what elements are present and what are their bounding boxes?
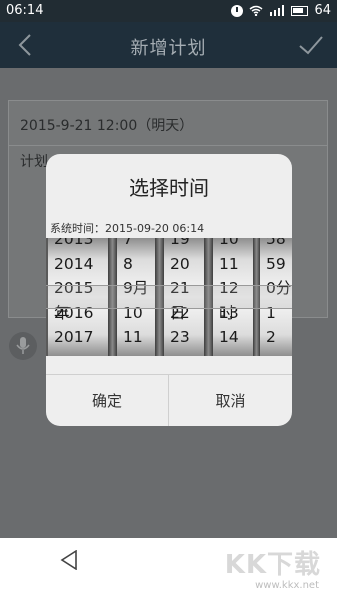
watermark-url: www.kkx.net <box>255 580 319 591</box>
wheel-item: 8 <box>123 254 133 273</box>
dialog-spacer <box>46 356 292 374</box>
signal-icon <box>270 5 285 16</box>
cancel-button[interactable]: 取消 <box>169 375 292 426</box>
wheel-item-selected: 21日 <box>170 279 190 322</box>
wheel-item: 2017 <box>54 328 94 346</box>
minute-wheel[interactable]: 58 59 0分 1 2 <box>260 238 292 356</box>
wheel-item: 58 <box>266 238 286 248</box>
wifi-icon <box>249 5 263 16</box>
wheel-item: 11 <box>219 254 239 273</box>
dialog-title: 选择时间 <box>129 176 209 200</box>
microphone-icon <box>16 337 30 354</box>
battery-level: 64 <box>314 3 331 18</box>
status-bar: 06:14 64 <box>0 0 337 22</box>
plan-input-label[interactable]: 计划 <box>20 151 48 171</box>
time-picker-dialog: 选择时间 系统时间：2015-09-20 06:14 2013 2014 201… <box>46 154 292 426</box>
confirm-button[interactable]: 确定 <box>46 375 169 426</box>
wheel-item: 10 <box>123 303 143 322</box>
wheel-item: 10 <box>219 238 239 248</box>
wheel-item-selected: 2015年 <box>54 279 94 322</box>
plan-datetime[interactable]: 2015-9-21 12:00（明天） <box>20 115 193 135</box>
wheel-separator <box>108 238 117 356</box>
wheel-item: 2016 <box>54 303 94 322</box>
day-wheel[interactable]: 19 20 21日 22 23 <box>164 238 204 356</box>
watermark: KK下载 www.kkx.net <box>211 544 321 591</box>
alarm-icon <box>231 4 244 17</box>
wheel-item: 20 <box>170 254 190 273</box>
wheel-separator <box>155 238 164 356</box>
hour-wheel[interactable]: 10 11 12时 13 14 <box>213 238 253 356</box>
month-wheel[interactable]: 7 8 9月 10 11 <box>117 238 155 356</box>
wheel-item-selected: 12时 <box>219 279 239 322</box>
wheel-item: 13 <box>219 303 239 322</box>
status-time: 06:14 <box>6 3 44 18</box>
system-time-label: 系统时间：2015-09-20 06:14 <box>50 222 205 235</box>
time-picker-wheels: 2013 2014 2015年 2016 2017 7 8 9月 10 11 1… <box>46 238 292 356</box>
check-icon[interactable] <box>297 32 325 58</box>
title-bar: 新增计划 <box>0 22 337 68</box>
wheel-item: 7 <box>123 238 133 248</box>
wheel-item: 2014 <box>54 254 94 273</box>
microphone-button[interactable] <box>9 332 37 360</box>
wheel-item-selected: 0分 <box>266 279 292 297</box>
nav-back-icon[interactable] <box>60 550 78 570</box>
wheel-item: 59 <box>266 254 286 273</box>
page-title: 新增计划 <box>130 38 207 59</box>
battery-icon <box>291 5 309 16</box>
divider <box>9 145 327 146</box>
wheel-separator <box>253 238 260 356</box>
wheel-item: 1 <box>266 303 276 322</box>
dialog-buttons: 确定 取消 <box>46 374 292 426</box>
wheel-item: 23 <box>170 328 190 346</box>
watermark-logo: KK下载 <box>224 550 321 580</box>
wheel-separator <box>204 238 213 356</box>
year-wheel[interactable]: 2013 2014 2015年 2016 2017 <box>48 238 108 356</box>
wheel-item: 19 <box>170 238 190 248</box>
wheel-item: 14 <box>219 328 239 346</box>
wheel-item: 2 <box>266 328 276 346</box>
wheel-item: 22 <box>170 303 190 322</box>
wheel-item-selected: 9月 <box>123 279 149 297</box>
navigation-bar: KK下载 www.kkx.net <box>0 538 337 600</box>
wheel-item: 11 <box>123 328 143 346</box>
wheel-item: 2013 <box>54 238 94 248</box>
status-icons: 64 <box>231 3 331 18</box>
